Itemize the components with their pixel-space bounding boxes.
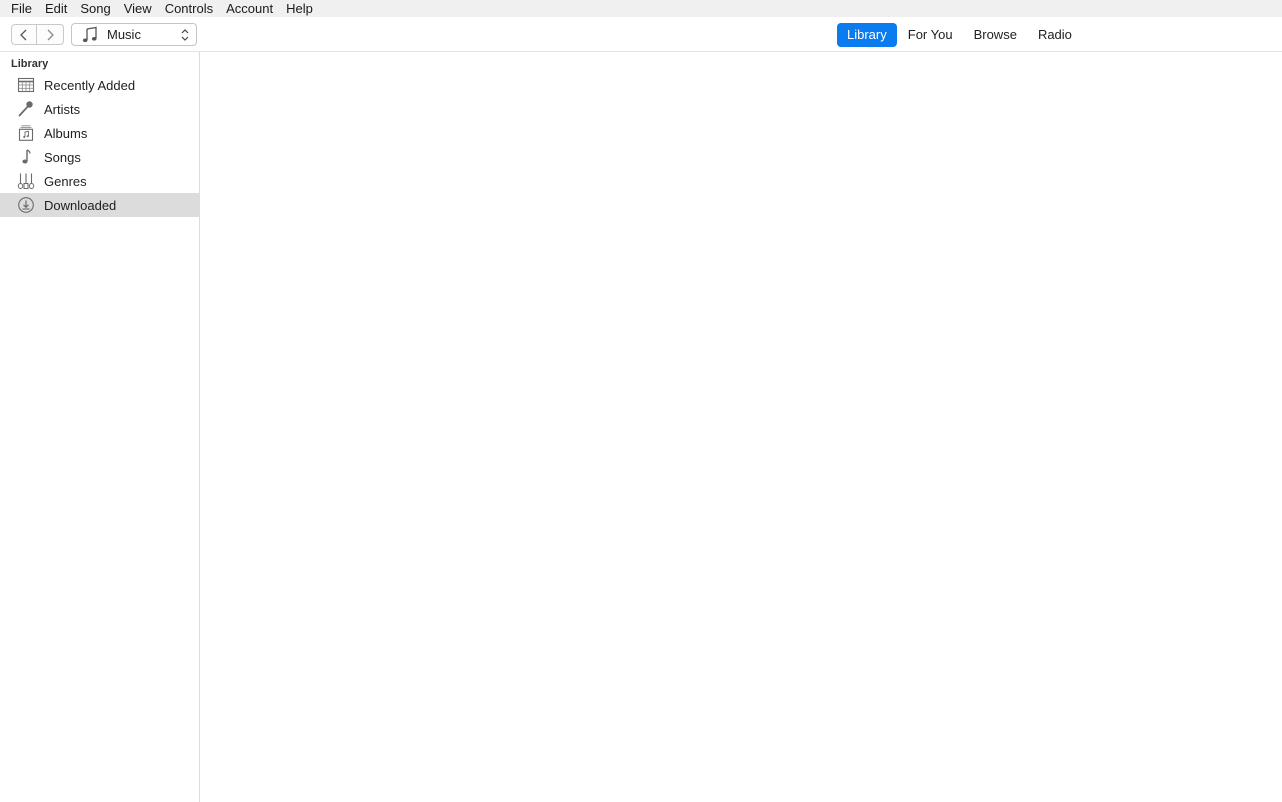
microphone-icon [16,100,36,118]
menu-controls[interactable]: Controls [158,1,219,16]
menu-view[interactable]: View [117,1,158,16]
navigation-buttons [11,24,64,45]
sidebar-item-label: Albums [44,125,88,141]
chevron-right-icon [47,29,54,40]
music-note-icon [16,148,36,166]
forward-button[interactable] [37,24,64,45]
sidebar-item-recently-added[interactable]: Recently Added [0,73,199,97]
tab-library[interactable]: Library [837,22,897,47]
chevron-left-icon [20,29,27,40]
recently-added-icon [16,76,36,94]
sidebar-item-albums[interactable]: Albums [0,121,199,145]
sidebar-item-label: Downloaded [44,197,117,213]
sidebar: Library Recently Added Artists Albums So… [0,52,200,802]
tab-for-you[interactable]: For You [898,23,963,47]
sidebar-item-label: Songs [44,149,81,165]
sidebar-item-artists[interactable]: Artists [0,97,199,121]
album-icon [16,124,36,142]
sidebar-item-downloaded[interactable]: Downloaded [0,193,199,217]
sidebar-heading-library: Library [11,58,49,70]
sidebar-item-label: Artists [44,101,81,117]
menu-help[interactable]: Help [279,1,319,16]
sidebar-item-genres[interactable]: Genres [0,169,199,193]
menu-song[interactable]: Song [73,1,116,16]
tab-browse[interactable]: Browse [964,23,1027,47]
library-content-area [200,52,1282,802]
media-kind-value: Music [107,27,141,42]
menu-file[interactable]: File [4,1,38,16]
up-down-chevron-icon [180,28,190,42]
media-kind-selector[interactable]: Music [71,23,197,46]
downloaded-icon [16,196,36,214]
menu-bar: File Edit Song View Controls Account Hel… [0,0,1282,17]
menu-edit[interactable]: Edit [38,1,73,16]
music-note-icon [81,26,99,44]
sidebar-item-songs[interactable]: Songs [0,145,199,169]
back-button[interactable] [11,24,37,45]
sidebar-item-label: Genres [44,173,87,189]
genres-icon [16,172,36,190]
view-tabs: Library For You Browse Radio [837,22,1083,47]
tab-radio[interactable]: Radio [1028,23,1082,47]
menu-account[interactable]: Account [219,1,279,16]
toolbar: Music Library For You Browse Radio [0,17,1282,52]
sidebar-item-label: Recently Added [44,77,136,93]
